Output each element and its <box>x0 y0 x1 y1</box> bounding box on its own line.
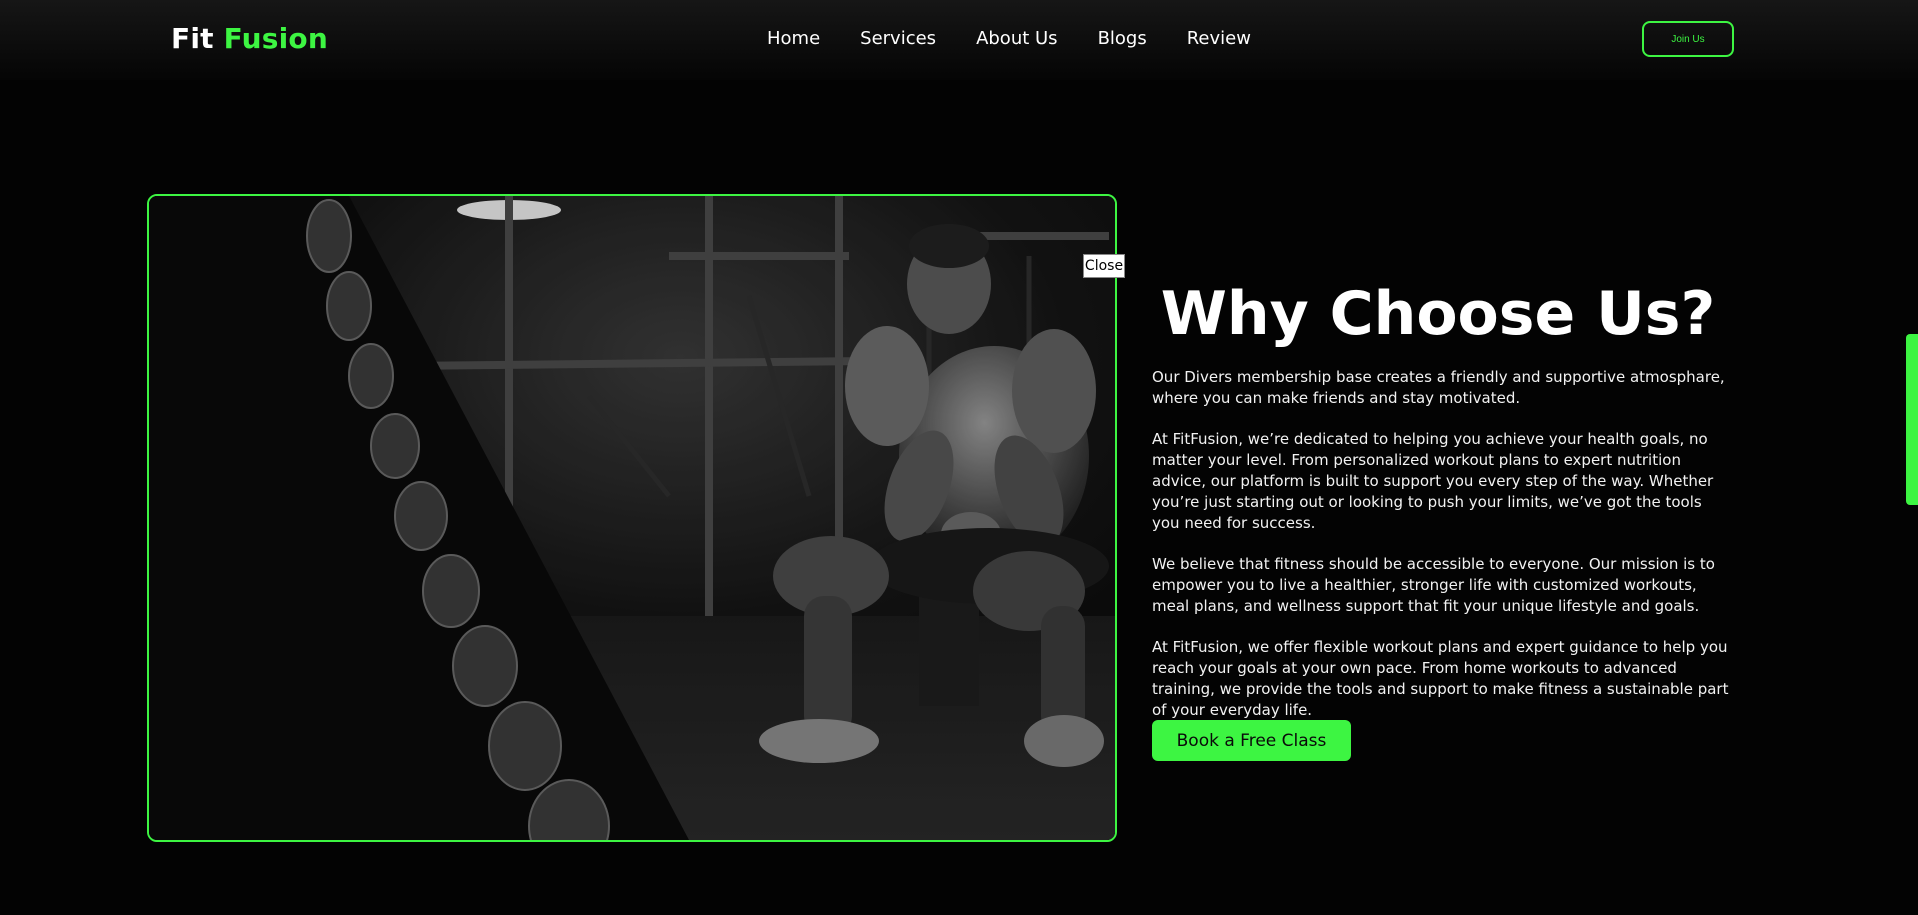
paragraph: At FitFusion, we offer flexible workout … <box>1152 638 1729 719</box>
hero-image <box>147 194 1117 842</box>
nav-links: Home Services About Us Blogs Review <box>767 28 1291 49</box>
logo-text-fusion: Fusion <box>223 22 328 55</box>
paragraph: We believe that fitness should be access… <box>1152 555 1715 615</box>
section-title: Why Choose Us? <box>1160 279 1716 349</box>
bodybuilder-gym-photo <box>149 196 1115 840</box>
nav-link-review[interactable]: Review <box>1187 28 1251 49</box>
side-tab[interactable] <box>1906 334 1918 505</box>
join-us-button[interactable]: Join Us <box>1642 21 1734 57</box>
nav-link-about-us[interactable]: About Us <box>976 28 1058 49</box>
close-button[interactable]: Close <box>1083 254 1125 278</box>
book-free-class-button[interactable]: Book a Free Class <box>1152 720 1351 761</box>
nav-link-home[interactable]: Home <box>767 28 820 49</box>
navbar: Fit Fusion Home Services About Us Blogs … <box>0 0 1918 80</box>
logo-text-fit: Fit <box>171 22 214 55</box>
paragraph: At FitFusion, we’re dedicated to helping… <box>1152 430 1714 532</box>
nav-link-blogs[interactable]: Blogs <box>1098 28 1147 49</box>
why-choose-us-text: Our Divers membership base creates a fri… <box>1152 367 1732 741</box>
paragraph: Our Divers membership base creates a fri… <box>1152 368 1725 407</box>
nav-link-services[interactable]: Services <box>860 28 936 49</box>
logo[interactable]: Fit Fusion <box>171 22 328 55</box>
